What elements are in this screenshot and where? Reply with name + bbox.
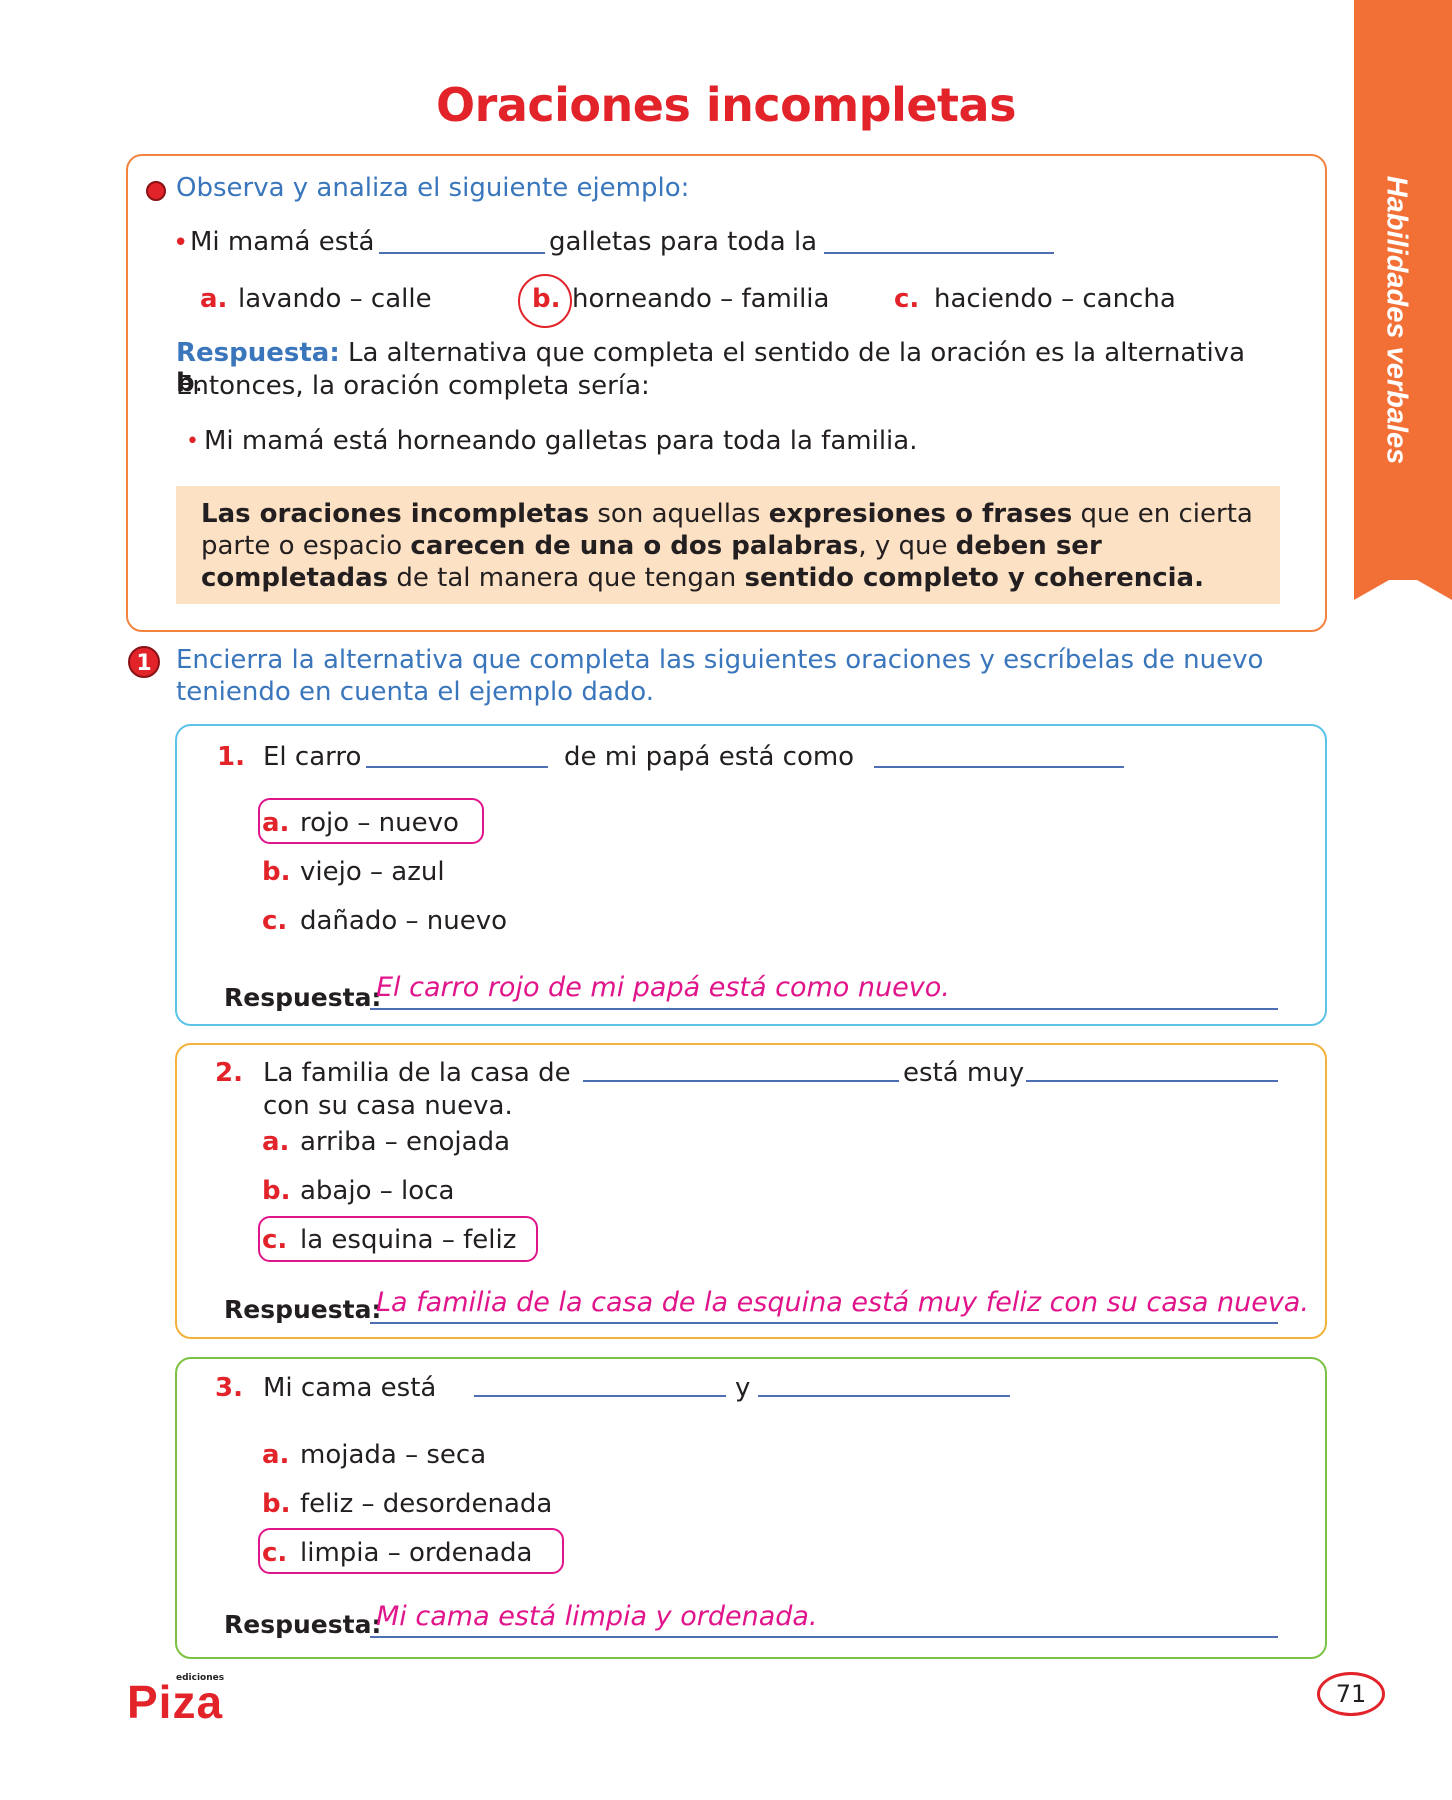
exercise-instruction-line2: teniendo en cuenta el ejemplo dado. xyxy=(176,677,655,707)
answer-text[interactable]: La familia de la casa de la esquina está… xyxy=(376,1287,1309,1318)
blank-line[interactable] xyxy=(474,1395,726,1397)
answer-label: Respuesta: xyxy=(224,983,382,1012)
option-text[interactable]: mojada – seca xyxy=(300,1440,486,1470)
option-letter[interactable]: b. xyxy=(262,1489,291,1519)
question-text: La familia de la casa de xyxy=(263,1058,571,1088)
blank-line[interactable] xyxy=(758,1395,1010,1397)
answer-line xyxy=(370,1008,1278,1010)
answer-line xyxy=(370,1322,1278,1324)
side-tab-notch xyxy=(1354,560,1452,600)
question-text: Mi cama está xyxy=(263,1373,437,1403)
question-number: 1. xyxy=(217,742,245,772)
option-letter[interactable]: c. xyxy=(262,1225,287,1255)
option-text[interactable]: viejo – azul xyxy=(300,857,445,887)
answer-label: Respuesta: xyxy=(224,1610,382,1639)
page-title: Oraciones incompletas xyxy=(436,78,1016,132)
option-letter: b. xyxy=(532,284,561,314)
def-bold: sentido completo y coherencia. xyxy=(744,563,1204,593)
option-text: lavando – calle xyxy=(238,284,432,314)
blank-line[interactable] xyxy=(366,766,548,768)
option-text[interactable]: la esquina – feliz xyxy=(300,1225,516,1255)
option-letter: a. xyxy=(200,284,228,314)
blank-line[interactable] xyxy=(379,252,545,254)
answer-text[interactable]: El carro rojo de mi papá está como nuevo… xyxy=(376,972,950,1003)
option-text[interactable]: dañado – nuevo xyxy=(300,906,507,936)
bullet-dot: • xyxy=(186,429,199,454)
example-sentence-part1: Mi mamá está xyxy=(190,227,375,257)
exercise-number-badge: 1 xyxy=(128,646,160,678)
page-number: 71 xyxy=(1317,1672,1385,1716)
option-letter[interactable]: c. xyxy=(262,1538,287,1568)
option-text[interactable]: feliz – desordenada xyxy=(300,1489,552,1519)
def-text: de tal manera que tengan xyxy=(388,563,745,593)
blank-line[interactable] xyxy=(824,252,1054,254)
bullet-dot: • xyxy=(173,228,189,258)
blank-line[interactable] xyxy=(1026,1080,1278,1082)
def-text: son aquellas xyxy=(589,499,769,529)
option-letter[interactable]: a. xyxy=(262,1127,289,1157)
example-instruction: Observa y analiza el siguiente ejemplo: xyxy=(176,173,690,203)
question-text: está muy xyxy=(903,1058,1025,1088)
option-text[interactable]: limpia – ordenada xyxy=(300,1538,532,1568)
blank-line[interactable] xyxy=(874,766,1124,768)
publisher-logo: Piza xyxy=(127,1676,224,1728)
question-number: 3. xyxy=(215,1373,243,1403)
option-text[interactable]: rojo – nuevo xyxy=(300,808,459,838)
answer-label: Respuesta: xyxy=(176,338,340,368)
option-text: horneando – familia xyxy=(572,284,830,314)
def-bold: carecen de una o dos palabras xyxy=(410,531,859,561)
option-letter[interactable]: b. xyxy=(262,1176,291,1206)
side-tab-label-wrap: Habilidades verbales xyxy=(1366,150,1426,490)
option-letter[interactable]: b. xyxy=(262,857,291,887)
option-text[interactable]: abajo – loca xyxy=(300,1176,454,1206)
exercise-instruction-line1: Encierra la alternativa que completa las… xyxy=(176,645,1264,675)
option-letter: c. xyxy=(894,284,920,314)
red-bullet-icon xyxy=(146,181,166,201)
question-number: 2. xyxy=(215,1058,243,1088)
answer-label: Respuesta: xyxy=(224,1295,382,1324)
definition-box: Las oraciones incompletas son aquellas e… xyxy=(176,486,1280,604)
question-text: y xyxy=(735,1373,751,1403)
option-letter[interactable]: a. xyxy=(262,808,289,838)
answer-text[interactable]: Mi cama está limpia y ordenada. xyxy=(376,1601,818,1632)
blank-line[interactable] xyxy=(583,1080,899,1082)
question-text: El carro xyxy=(263,742,362,772)
def-bold: expresiones o frases xyxy=(768,499,1073,529)
answer-text: La alternativa que completa el sentido d… xyxy=(348,338,1245,368)
answer-line xyxy=(370,1636,1278,1638)
example-sentence-part2: galletas para toda la xyxy=(549,227,818,257)
question-text: con su casa nueva. xyxy=(263,1091,513,1121)
complete-sentence: Mi mamá está horneando galletas para tod… xyxy=(204,426,918,456)
def-text: , y que xyxy=(858,531,956,561)
option-text[interactable]: arriba – enojada xyxy=(300,1127,510,1157)
option-text: haciendo – cancha xyxy=(934,284,1176,314)
def-bold: Las oraciones incompletas xyxy=(201,499,590,529)
option-letter[interactable]: c. xyxy=(262,906,287,936)
example-answer-line2: Entonces, la oración completa sería: xyxy=(176,371,650,401)
side-tab-label: Habilidades verbales xyxy=(1380,175,1413,465)
question-text: de mi papá está como xyxy=(564,742,855,772)
option-letter[interactable]: a. xyxy=(262,1440,289,1470)
